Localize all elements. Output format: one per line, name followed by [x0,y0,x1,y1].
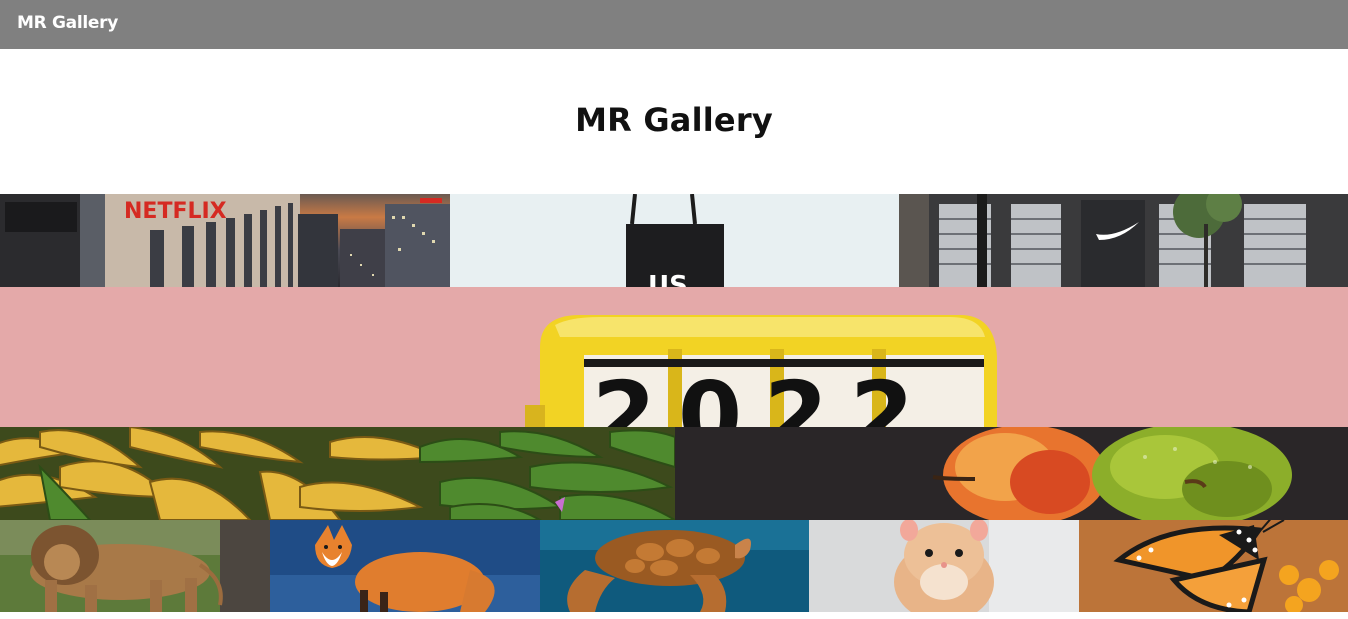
netflix-building-image[interactable]: NETFLIX [0,194,450,287]
butterfly-image[interactable] [1079,520,1348,612]
page-title: MR Gallery [575,101,773,139]
year-counter-image[interactable]: 2022 [0,287,1348,427]
navbar-brand[interactable]: MR Gallery [17,12,118,34]
bananas-image[interactable] [0,427,675,520]
fox-image[interactable] [270,520,540,612]
tote-bag-image[interactable]: US [450,194,899,287]
svg-text:US: US [648,271,688,287]
sea-turtle-image[interactable] [540,520,809,612]
apples-image[interactable] [675,427,1348,520]
svg-text:2022: 2022 [592,362,936,427]
hamster-image[interactable] [809,520,1079,612]
netflix-sign: NETFLIX [124,199,227,224]
navbar: MR Gallery [0,0,1348,49]
svg-text:NETFLIX: NETFLIX [124,199,227,224]
nike-store-image[interactable] [899,194,1348,287]
lion-image[interactable] [0,520,270,612]
